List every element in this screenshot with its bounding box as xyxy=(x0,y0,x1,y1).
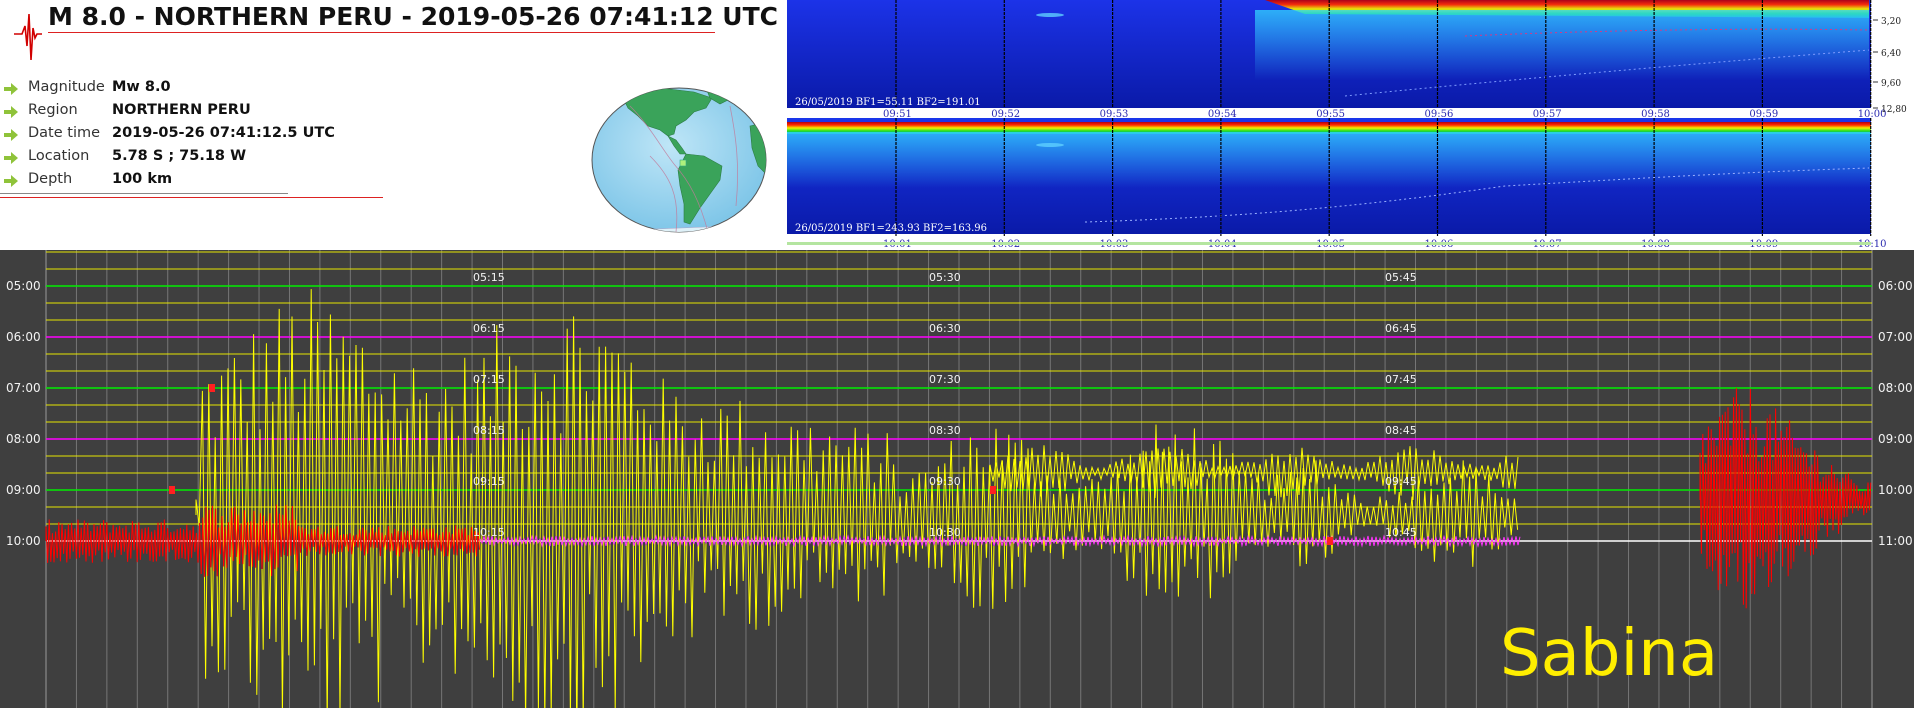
helicorder-panel: 05:00 06:00 07:00 08:00 09:00 10:00 06:00 07:00… xyxy=(0,250,1914,708)
detail-label: Location xyxy=(28,148,90,164)
helicorder-hour-label-left: 07:00 xyxy=(6,381,41,395)
epicenter-marker xyxy=(679,159,687,167)
station-name: Sabina xyxy=(1500,617,1719,691)
helicorder-minute-label: 07:15 xyxy=(473,373,505,386)
detail-row-location: Location 5.78 S ; 75.18 W xyxy=(0,148,390,171)
helicorder-hour-label-right: 08:00 xyxy=(1878,381,1913,395)
spectrogram-frequency-label: 12,80 xyxy=(1881,105,1907,115)
spectrogram-time-label: 09:59 xyxy=(1749,109,1778,120)
spectrogram-frequency-labels: 3,20 6,40 9,60 12,80 xyxy=(1873,17,1907,115)
event-marker xyxy=(169,486,175,494)
spectrogram-frequency-label: 9,60 xyxy=(1881,79,1901,89)
arrow-bullet-icon xyxy=(4,106,18,118)
red-event-burst xyxy=(1699,388,1872,609)
detail-row-depth: Depth 100 km xyxy=(0,171,390,194)
detail-row-region: Region NORTHERN PERU xyxy=(0,102,390,125)
helicorder-hour-label-left: 06:00 xyxy=(6,330,41,344)
red-noise-trace xyxy=(45,504,481,577)
event-title: M 8.0 - NORTHERN PERU - 2019-05-26 07:41… xyxy=(48,2,779,31)
detail-value: NORTHERN PERU xyxy=(112,102,251,118)
helicorder-hour-label-left: 09:00 xyxy=(6,483,41,497)
arrow-bullet-icon xyxy=(4,83,18,95)
seismic-waveform-main xyxy=(195,289,1519,708)
spectrogram-time-label: 09:54 xyxy=(1208,109,1237,120)
spectrogram-time-label: 09:53 xyxy=(1100,109,1129,120)
helicorder-minute-label: 08:30 xyxy=(929,424,961,437)
helicorder-minute-label: 10:45 xyxy=(1385,526,1417,539)
spectrogram-frequency-label: 6,40 xyxy=(1881,49,1901,59)
spectrogram-time-label: 09:58 xyxy=(1641,109,1670,120)
helicorder-hour-label-left: 08:00 xyxy=(6,432,41,446)
event-marker xyxy=(990,486,996,494)
helicorder-hour-label-left: 05:00 xyxy=(6,279,41,293)
event-marker xyxy=(1327,537,1333,545)
spectrogram-top-caption: 26/05/2019 BF1=55.11 BF2=191.01 xyxy=(795,97,981,108)
spectrogram-time-label: 09:51 xyxy=(883,109,912,120)
detail-label: Region xyxy=(28,102,78,118)
helicorder-minute-label: 06:45 xyxy=(1385,322,1417,335)
helicorder-minute-label: 10:30 xyxy=(929,526,961,539)
helicorder-minute-label: 07:45 xyxy=(1385,373,1417,386)
globe-map-icon xyxy=(591,87,767,233)
helicorder-minute-label: 07:30 xyxy=(929,373,961,386)
spectrogram-bottom-caption: 26/05/2019 BF1=243.93 BF2=163.96 xyxy=(795,223,987,234)
seismogram-logo-icon xyxy=(14,13,42,61)
helicorder-minute-label: 05:45 xyxy=(1385,271,1417,284)
helicorder-minute-label: 09:15 xyxy=(473,475,505,488)
helicorder-hour-label-right: 11:00 xyxy=(1878,534,1913,548)
detail-value: Mw 8.0 xyxy=(112,79,171,95)
spectrogram-time-label: 09:57 xyxy=(1533,109,1562,120)
divider xyxy=(0,193,288,194)
helicorder-hour-label-right: 07:00 xyxy=(1878,330,1913,344)
helicorder-minute-label: 06:30 xyxy=(929,322,961,335)
spectrogram-frequency-label: 3,20 xyxy=(1881,17,1901,27)
spectrogram-panel: 26/05/2019 BF1=55.11 BF2=191.01 26/05/20… xyxy=(785,0,1914,250)
detail-row-datetime: Date time 2019-05-26 07:41:12.5 UTC xyxy=(0,125,390,148)
title-underline xyxy=(48,32,715,33)
helicorder-minute-label: 09:30 xyxy=(929,475,961,488)
detail-value: 2019-05-26 07:41:12.5 UTC xyxy=(112,125,335,141)
helicorder-minute-label: 10:15 xyxy=(473,526,505,539)
detail-label: Depth xyxy=(28,171,73,187)
divider xyxy=(0,197,383,198)
arrow-bullet-icon xyxy=(4,152,18,164)
helicorder-minute-label: 05:30 xyxy=(929,271,961,284)
spectrogram-time-label: 09:52 xyxy=(991,109,1020,120)
helicorder-hour-label-right: 10:00 xyxy=(1878,483,1913,497)
helicorder-minute-label: 09:45 xyxy=(1385,475,1417,488)
event-marker xyxy=(209,384,215,392)
helicorder-minute-label: 08:45 xyxy=(1385,424,1417,437)
helicorder-hour-label-left: 10:00 xyxy=(6,534,41,548)
helicorder-hour-label-right: 06:00 xyxy=(1878,279,1913,293)
detail-row-magnitude: Magnitude Mw 8.0 xyxy=(0,79,390,102)
detail-label: Magnitude xyxy=(28,79,105,95)
detail-value: 5.78 S ; 75.18 W xyxy=(112,148,247,164)
helicorder-minute-label: 08:15 xyxy=(473,424,505,437)
event-info-panel: M 8.0 - NORTHERN PERU - 2019-05-26 07:41… xyxy=(0,0,785,250)
spectrogram-time-label: 09:56 xyxy=(1425,109,1454,120)
spectrogram-graph: 26/05/2019 BF1=55.11 BF2=191.01 26/05/20… xyxy=(787,0,1907,250)
detail-label: Date time xyxy=(28,125,101,141)
arrow-bullet-icon xyxy=(4,129,18,141)
arrow-bullet-icon xyxy=(4,175,18,187)
helicorder-hour-label-right: 09:00 xyxy=(1878,432,1913,446)
helicorder-minute-label: 05:15 xyxy=(473,271,505,284)
helicorder-minute-label: 06:15 xyxy=(473,322,505,335)
spectrogram-time-label: 09:55 xyxy=(1316,109,1345,120)
detail-value: 100 km xyxy=(112,171,173,187)
